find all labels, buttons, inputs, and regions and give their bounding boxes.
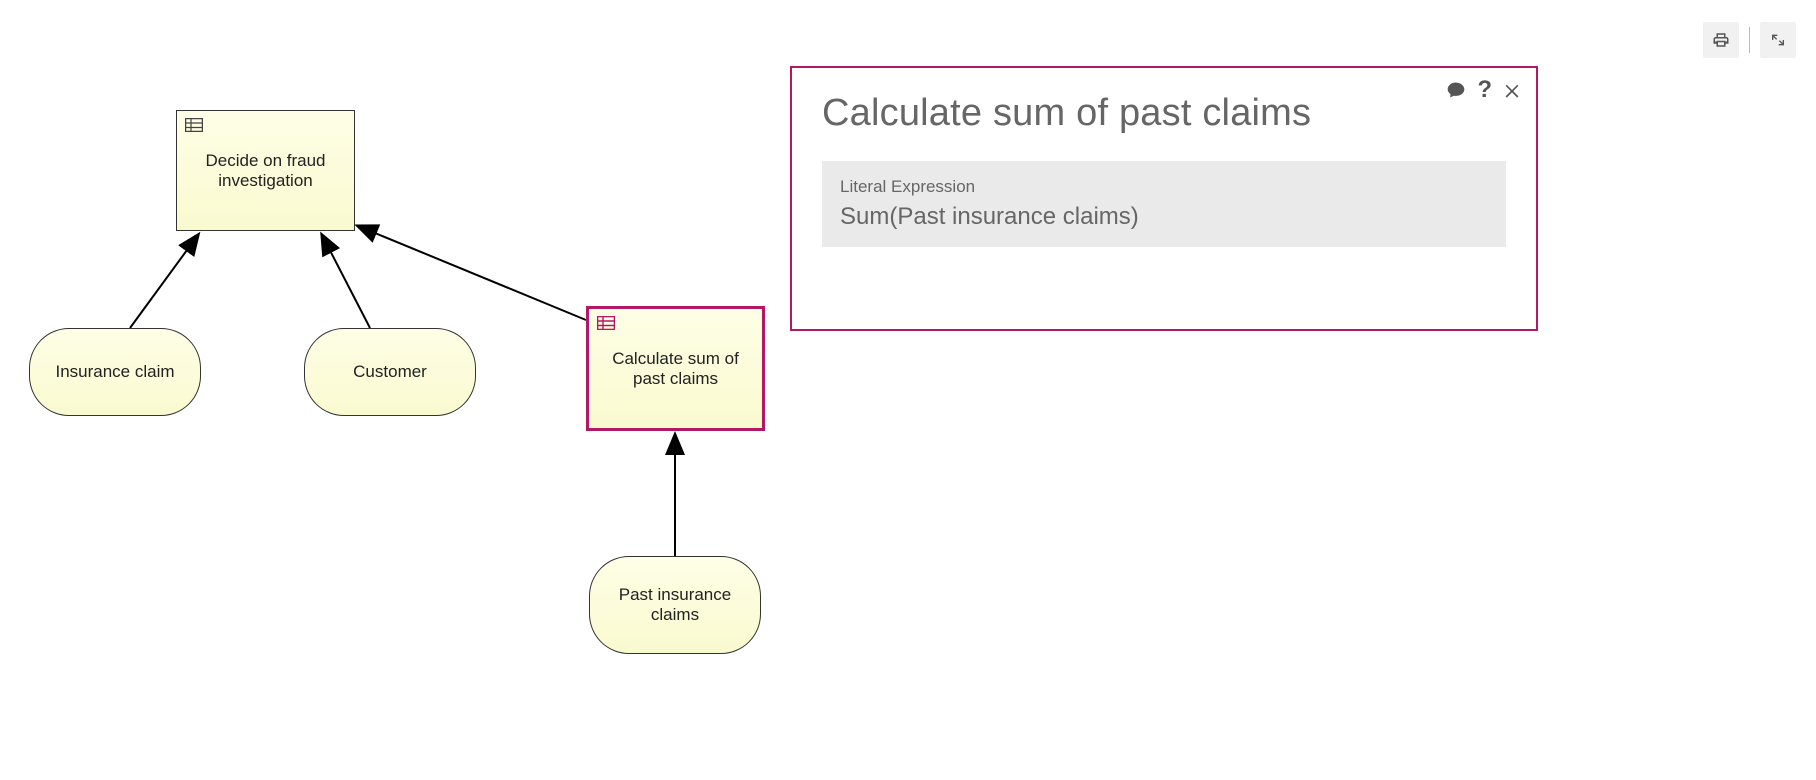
comment-button[interactable] — [1445, 80, 1467, 100]
help-button[interactable]: ? — [1477, 76, 1492, 104]
decision-calculate-sum[interactable]: Calculate sum of past claims — [586, 306, 765, 431]
node-label: Decide on fraud investigation — [187, 151, 344, 190]
print-button[interactable] — [1703, 22, 1739, 58]
panel-header: Calculate sum of past claims ? — [792, 68, 1536, 151]
expand-button[interactable] — [1760, 22, 1796, 58]
node-label: Customer — [353, 362, 427, 382]
table-icon — [597, 315, 615, 329]
toolbar — [1703, 22, 1796, 58]
comment-icon — [1445, 80, 1467, 100]
input-past-claims[interactable]: Past insurance claims — [589, 556, 761, 654]
node-label: Calculate sum of past claims — [599, 349, 752, 388]
toolbar-separator — [1749, 27, 1750, 53]
panel-title: Calculate sum of past claims — [822, 92, 1506, 135]
panel-actions: ? — [1445, 76, 1522, 104]
print-icon — [1712, 31, 1730, 49]
node-label: Past insurance claims — [600, 585, 750, 624]
input-customer[interactable]: Customer — [304, 328, 476, 416]
node-label: Insurance claim — [55, 362, 174, 382]
diagram-canvas[interactable]: Decide on fraud investigation Calculate … — [0, 0, 1816, 780]
table-icon — [185, 117, 203, 131]
close-icon — [1502, 80, 1522, 100]
properties-panel: Calculate sum of past claims ? Literal E… — [790, 66, 1538, 331]
close-button[interactable] — [1502, 80, 1522, 100]
input-insurance-claim[interactable]: Insurance claim — [29, 328, 201, 416]
expand-icon — [1770, 32, 1786, 48]
decision-decide-fraud[interactable]: Decide on fraud investigation — [176, 110, 355, 231]
expression-box[interactable]: Literal Expression Sum(Past insurance cl… — [822, 161, 1506, 247]
expression-label: Literal Expression — [840, 177, 1488, 197]
expression-value: Sum(Past insurance claims) — [840, 203, 1488, 231]
